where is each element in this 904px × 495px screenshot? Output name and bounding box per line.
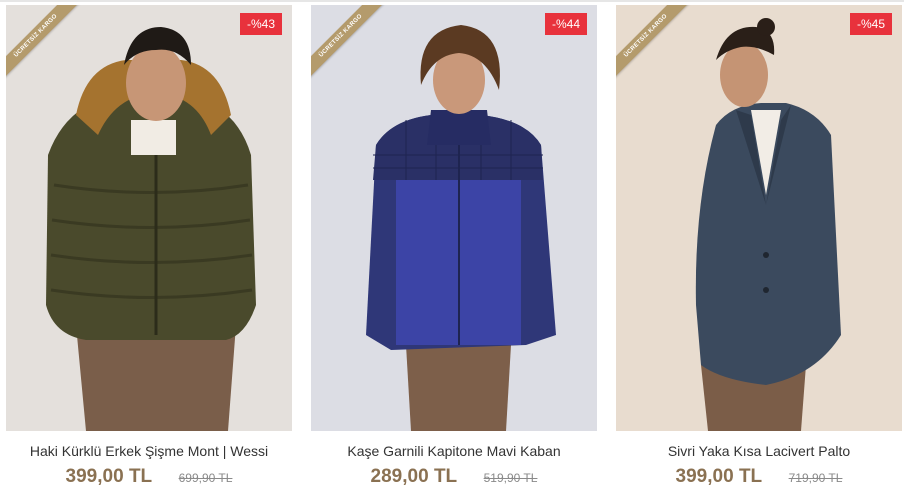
current-price: 399,00 TL (675, 466, 763, 487)
product-card[interactable]: ÜCRETSİZ KARGO -%44 Kaşe Garnili Kapiton… (311, 5, 597, 495)
discount-badge: -%45 (849, 13, 892, 35)
price-row: 289,00 TL 519,90 TL (311, 466, 597, 488)
old-price: 699,90 TL (178, 471, 233, 485)
discount-badge: -%44 (544, 13, 587, 35)
product-image[interactable]: ÜCRETSİZ KARGO -%45 (616, 5, 902, 431)
discount-badge: -%43 (239, 13, 282, 35)
price-row: 399,00 TL 699,90 TL (6, 466, 292, 488)
current-price: 289,00 TL (370, 466, 458, 487)
old-price: 519,90 TL (483, 471, 538, 485)
old-price: 719,90 TL (788, 471, 843, 485)
product-title[interactable]: Haki Kürklü Erkek Şişme Mont | Wessi (6, 443, 292, 459)
product-image[interactable]: ÜCRETSİZ KARGO -%43 (6, 5, 292, 431)
current-price: 399,00 TL (65, 466, 153, 487)
price-row: 399,00 TL 719,90 TL (616, 466, 902, 488)
product-card[interactable]: ÜCRETSİZ KARGO -%43 Haki Kürklü Erkek Şi… (6, 5, 292, 495)
product-title[interactable]: Sivri Yaka Kısa Lacivert Palto (616, 443, 902, 459)
product-grid: ÜCRETSİZ KARGO -%43 Haki Kürklü Erkek Şi… (0, 0, 904, 495)
product-image[interactable]: ÜCRETSİZ KARGO -%44 (311, 5, 597, 431)
product-card[interactable]: ÜCRETSİZ KARGO -%45 Sivri Yaka Kısa Laci… (616, 5, 902, 495)
product-title[interactable]: Kaşe Garnili Kapitone Mavi Kaban (311, 443, 597, 459)
